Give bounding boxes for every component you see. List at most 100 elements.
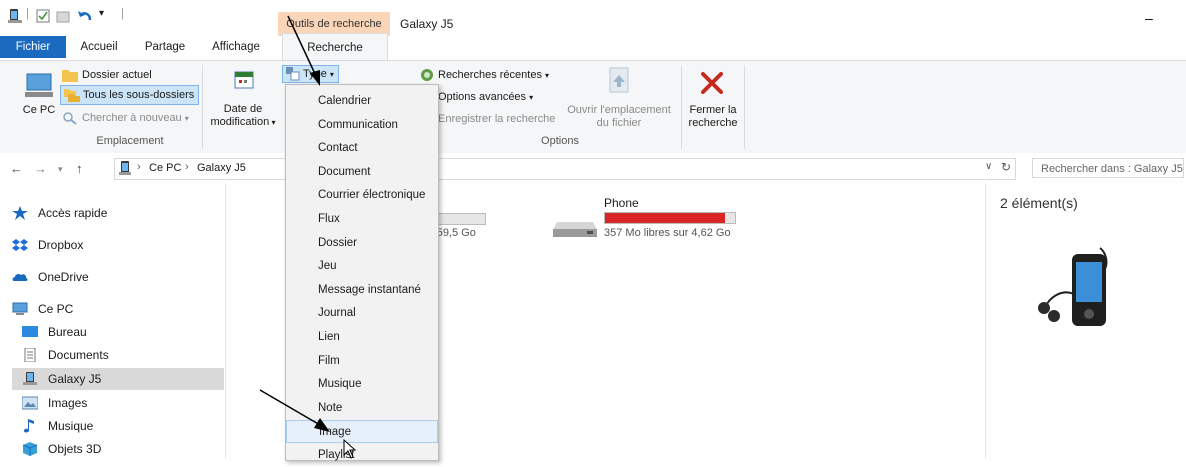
new-folder-icon[interactable] [56, 8, 70, 24]
ce-pc-button[interactable]: Ce PC [22, 71, 56, 131]
up-icon[interactable]: ↑ [76, 161, 83, 176]
tab-partage[interactable]: Partage [137, 36, 193, 58]
nav-images[interactable]: Images [12, 392, 224, 414]
menu-item-message-instantan[interactable]: Message instantané [286, 279, 438, 302]
nav-bureau[interactable]: Bureau [12, 321, 224, 343]
options-avancees-button[interactable]: Options avancées ▾ [438, 89, 533, 105]
nav-galaxy-j5[interactable]: Galaxy J5 [12, 368, 224, 390]
drive-icon [119, 161, 131, 175]
breadcrumb-galaxy-j5[interactable]: Galaxy J5 [197, 162, 246, 174]
breadcrumb-separator-icon: › [137, 161, 141, 173]
ouvrir-emplacement-label-2: du fichier [596, 117, 642, 129]
tous-sous-dossiers-button[interactable]: Tous les sous-dossiers [60, 85, 200, 105]
drive-usage-fill [605, 213, 725, 223]
documents-icon [24, 348, 36, 362]
options-avancees-label: Options avancées [438, 91, 527, 103]
menu-item-journal[interactable]: Journal [286, 302, 438, 325]
fermer-recherche-label-1: Fermer la [689, 104, 737, 116]
dropdown-arrow-icon: ▾ [529, 93, 534, 102]
nav-label: Bureau [48, 325, 87, 339]
details-divider [985, 183, 986, 459]
address-dropdown-icon[interactable]: ∨ [985, 161, 992, 172]
fermer-recherche-label-2: recherche [688, 117, 738, 129]
menu-item-film[interactable]: Film [286, 350, 438, 373]
emplacement-group-label: Emplacement [96, 135, 164, 147]
breadcrumb-ce-pc[interactable]: Ce PC [149, 162, 181, 174]
nav-documents[interactable]: Documents [12, 344, 224, 366]
refresh-icon[interactable]: ↻ [1001, 160, 1011, 174]
nav-objets-3d[interactable]: Objets 3D [12, 438, 224, 460]
menu-item-lien[interactable]: Lien [286, 326, 438, 349]
mouse-cursor-icon [343, 439, 357, 459]
media-player-icon [1038, 247, 1108, 326]
menu-item-playlist[interactable]: Playlist [286, 444, 438, 467]
menu-item-courrier-lectronique[interactable]: Courrier électronique [286, 184, 438, 207]
images-icon [22, 396, 38, 410]
nav-onedrive[interactable]: OneDrive [12, 266, 224, 288]
nav-acces-rapide[interactable]: Accès rapide [12, 202, 224, 224]
back-icon[interactable]: ← [10, 161, 23, 176]
separator: | [121, 8, 124, 20]
dossier-actuel-button[interactable]: Dossier actuel [62, 66, 152, 84]
dropdown-arrow-icon: ▾ [545, 71, 550, 80]
fermer-recherche-button[interactable]: Fermer la recherche [684, 67, 742, 133]
ouvrir-emplacement-button[interactable]: Ouvrir l'emplacement du fichier [562, 67, 676, 133]
ribbon-separator [202, 65, 203, 149]
search-again-icon [63, 112, 77, 125]
undo-icon[interactable] [76, 8, 94, 24]
nav-label: Objets 3D [48, 442, 102, 456]
drive-icon[interactable] [8, 8, 22, 24]
nav-label: Galaxy J5 [48, 372, 102, 386]
tous-sous-dossiers-label: Tous les sous-dossiers [83, 89, 195, 101]
item-count: 2 élément(s) [1000, 195, 1078, 211]
ribbon: Ce PC Dossier actuel Tous les sous-dossi… [0, 60, 1186, 154]
nav-label: OneDrive [38, 270, 89, 284]
nav-musique[interactable]: Musique [12, 415, 224, 437]
star-icon [12, 206, 28, 220]
dropdown-arrow-icon: ▾ [329, 70, 334, 79]
drive-icon [553, 222, 597, 237]
ribbon-separator [744, 65, 745, 149]
separator: | [26, 8, 29, 20]
chercher-nouveau-button[interactable]: Chercher à nouveau ▾ [62, 109, 189, 127]
menu-item-flux[interactable]: Flux [286, 208, 438, 231]
menu-item-jeu[interactable]: Jeu [286, 255, 438, 278]
properties-icon[interactable] [36, 8, 50, 24]
breadcrumb-separator-icon: › [185, 161, 189, 173]
open-location-icon [609, 67, 629, 93]
nav-ce-pc[interactable]: Ce PC [12, 298, 224, 320]
computer-icon [25, 73, 53, 97]
menu-item-contact[interactable]: Contact [286, 137, 438, 160]
tab-accueil[interactable]: Accueil [72, 36, 126, 58]
tab-fichier[interactable]: Fichier [0, 36, 66, 58]
recent-locations-icon[interactable]: ▾ [58, 164, 63, 175]
nav-label: Documents [48, 348, 109, 362]
date-modification-line-2: modification ▾ [206, 116, 280, 128]
window-title: Galaxy J5 [400, 17, 454, 31]
drive-free-text: 357 Mo libres sur 4,62 Go [604, 227, 731, 239]
nav-label: Dropbox [38, 238, 84, 252]
menu-item-dossier[interactable]: Dossier [286, 232, 438, 255]
drive-name: Phone [604, 196, 639, 210]
nav-label: Ce PC [38, 302, 74, 316]
drive-usage-bar [604, 212, 736, 224]
onedrive-icon [12, 273, 28, 281]
quick-access-dropdown-icon[interactable]: ▾ [99, 8, 104, 24]
ce-pc-label: Ce PC [22, 104, 56, 116]
ouvrir-emplacement-label-1: Ouvrir l'emplacement [567, 104, 671, 116]
search-input[interactable]: Rechercher dans : Galaxy J5 [1032, 158, 1184, 178]
annotation-arrow-icon [287, 15, 320, 86]
enregistrer-recherche-button[interactable]: Enregistrer la recherche [438, 111, 555, 127]
forward-icon[interactable]: → [34, 161, 47, 176]
menu-item-communication[interactable]: Communication [286, 114, 438, 137]
address-row: ← → ▾ ↑ › Ce PC › Galaxy J5 ∨ ↻ Recherch… [0, 153, 1186, 183]
address-bar[interactable]: › Ce PC › Galaxy J5 ∨ ↻ [114, 158, 1016, 180]
recherches-recentes-label: Recherches récentes [438, 69, 542, 81]
date-modification-label-2: modification [210, 116, 270, 128]
menu-item-document[interactable]: Document [286, 161, 438, 184]
nav-dropbox[interactable]: Dropbox [12, 234, 224, 256]
recherches-recentes-button[interactable]: Recherches récentes ▾ [420, 67, 549, 83]
close-icon [701, 72, 723, 94]
annotation-arrow-icon [259, 389, 330, 432]
minimize-button[interactable]: – [1145, 10, 1161, 26]
